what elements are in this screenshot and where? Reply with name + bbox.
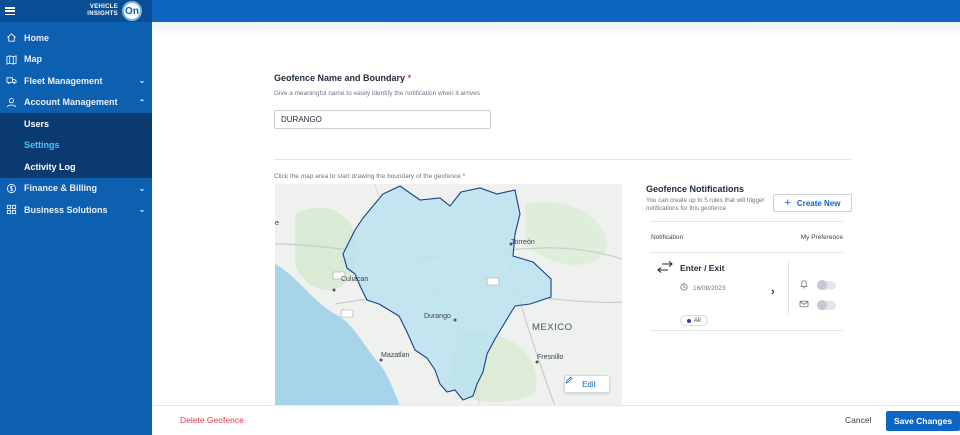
logo-text-line2: INSIGHTS (87, 11, 118, 17)
sidebar-item-label: Account Management (24, 97, 118, 108)
map-hint-text: Click the map area to start drawing the … (274, 173, 461, 180)
hamburger-menu-icon[interactable] (5, 7, 15, 15)
account-management-subnav: Users Settings Activity Log (0, 113, 152, 178)
notification-date-text: 16/08/2023 (693, 284, 726, 292)
required-mark: * (462, 173, 466, 180)
sidebar-item-fleet-management[interactable]: Fleet Management ⌄ (0, 70, 152, 92)
mail-icon (799, 296, 809, 314)
sidebar-item-business-solutions[interactable]: Business Solutions ⌄ (0, 199, 152, 221)
push-notification-toggle[interactable] (817, 279, 836, 290)
sidebar-item-label: Fleet Management (24, 75, 103, 86)
card-separator (788, 260, 789, 315)
map-canvas[interactable] (275, 184, 622, 406)
geofence-map[interactable]: e Culiacan Torreón Durango MEXICO Mazatl… (275, 184, 622, 406)
logo-text-line1: VEHICLE (89, 4, 118, 10)
map-edit-button[interactable]: Edit (564, 375, 610, 393)
email-notification-toggle[interactable] (817, 299, 836, 310)
required-mark: * (407, 73, 412, 83)
logo-text: VEHICLE INSIGHTS (87, 4, 118, 18)
notifications-subtitle: You can create up to 5 rules that will t… (646, 197, 765, 212)
save-changes-button[interactable]: Save Changes (886, 411, 960, 431)
home-icon (5, 32, 17, 44)
map-edit-label: Edit (582, 379, 596, 389)
sidebar-item-label: Map (24, 54, 42, 65)
sidebar-subitem-users[interactable]: Users (0, 113, 152, 135)
push-preference-row (799, 276, 836, 294)
chevron-down-icon: ⌄ (138, 76, 146, 86)
map-label-mazatlan: Mazatlan (381, 352, 410, 359)
geofence-name-subtitle: Give a meaningful name to easily identif… (274, 90, 480, 97)
footer-bar: Delete Geofence Cancel Save Changes (152, 405, 960, 435)
recipient-chip-label: All (694, 317, 701, 324)
map-label-fresnillo: Fresnillo (537, 354, 564, 361)
notification-date: 16/08/2023 (680, 283, 726, 293)
chevron-down-icon: ⌄ (138, 183, 146, 193)
email-preference-row (799, 296, 836, 314)
dollar-icon (5, 182, 17, 194)
geofence-name-title: Geofence Name and Boundary * (274, 73, 411, 83)
plus-icon: + (784, 197, 791, 209)
truck-icon (5, 75, 17, 87)
chevron-up-icon: ⌃ (138, 97, 146, 107)
geofence-name-input[interactable] (274, 110, 491, 129)
map-icon (5, 53, 17, 65)
logo-badge: On (122, 1, 142, 21)
notifications-table-header: Notification My Preference (650, 221, 843, 253)
sidebar-item-home[interactable]: Home (0, 27, 152, 49)
notification-type: Enter / Exit (657, 261, 724, 275)
column-notification: Notification (651, 233, 684, 241)
geofence-name-title-text: Geofence Name and Boundary (274, 73, 406, 83)
sidebar-item-label: Finance & Billing (24, 183, 98, 194)
top-bar-shadow (152, 22, 960, 40)
chevron-right-icon[interactable]: › (771, 286, 775, 298)
map-label-durango: Durango (424, 313, 451, 320)
top-bar (152, 0, 960, 22)
enter-exit-arrows-icon (657, 261, 673, 275)
delete-geofence-button[interactable]: Delete Geofence (180, 415, 244, 425)
sidebar-item-finance-billing[interactable]: Finance & Billing ⌄ (0, 178, 152, 200)
sidebar: VEHICLE INSIGHTS On Home Map Fleet Manag… (0, 0, 152, 435)
sidebar-subitem-activity-log[interactable]: Activity Log (0, 156, 152, 178)
map-label-torreon: Torreón (511, 239, 535, 246)
section-divider (274, 159, 851, 160)
clock-icon (680, 283, 688, 293)
user-icon (5, 96, 17, 108)
map-label-culiacan: Culiacan (341, 276, 369, 283)
sidebar-item-label: Home (24, 32, 50, 43)
sidebar-item-map[interactable]: Map (0, 49, 152, 71)
chevron-down-icon: ⌄ (138, 205, 146, 215)
main-content: Geofence Name and Boundary * Give a mean… (152, 40, 960, 406)
notifications-title: Geofence Notifications (646, 184, 745, 194)
column-my-preference: My Preference (800, 233, 843, 241)
sidebar-subitem-settings[interactable]: Settings (0, 135, 152, 157)
sidebar-item-account-management[interactable]: Account Management ⌃ (0, 92, 152, 114)
bell-icon (799, 276, 809, 294)
logo[interactable]: VEHICLE INSIGHTS On (87, 1, 142, 21)
create-new-label: Create New (796, 198, 841, 208)
map-hint: Click the map area to start drawing the … (274, 173, 465, 180)
brand-bar: VEHICLE INSIGHTS On (0, 0, 152, 22)
sidebar-item-label: Business Solutions (24, 204, 108, 215)
map-label-edge: e (275, 220, 279, 227)
sidebar-nav: Home Map Fleet Management ⌄ Account Mana… (0, 27, 152, 221)
recipient-chip: All (680, 315, 708, 326)
chip-dot (687, 318, 691, 323)
notification-card[interactable]: Enter / Exit 16/08/2023 All › (650, 253, 843, 331)
grid-icon (5, 204, 17, 216)
notification-type-label: Enter / Exit (680, 263, 725, 273)
map-label-mexico: MEXICO (532, 322, 573, 333)
cancel-button[interactable]: Cancel (845, 415, 871, 425)
create-new-button[interactable]: + Create New (773, 194, 852, 212)
